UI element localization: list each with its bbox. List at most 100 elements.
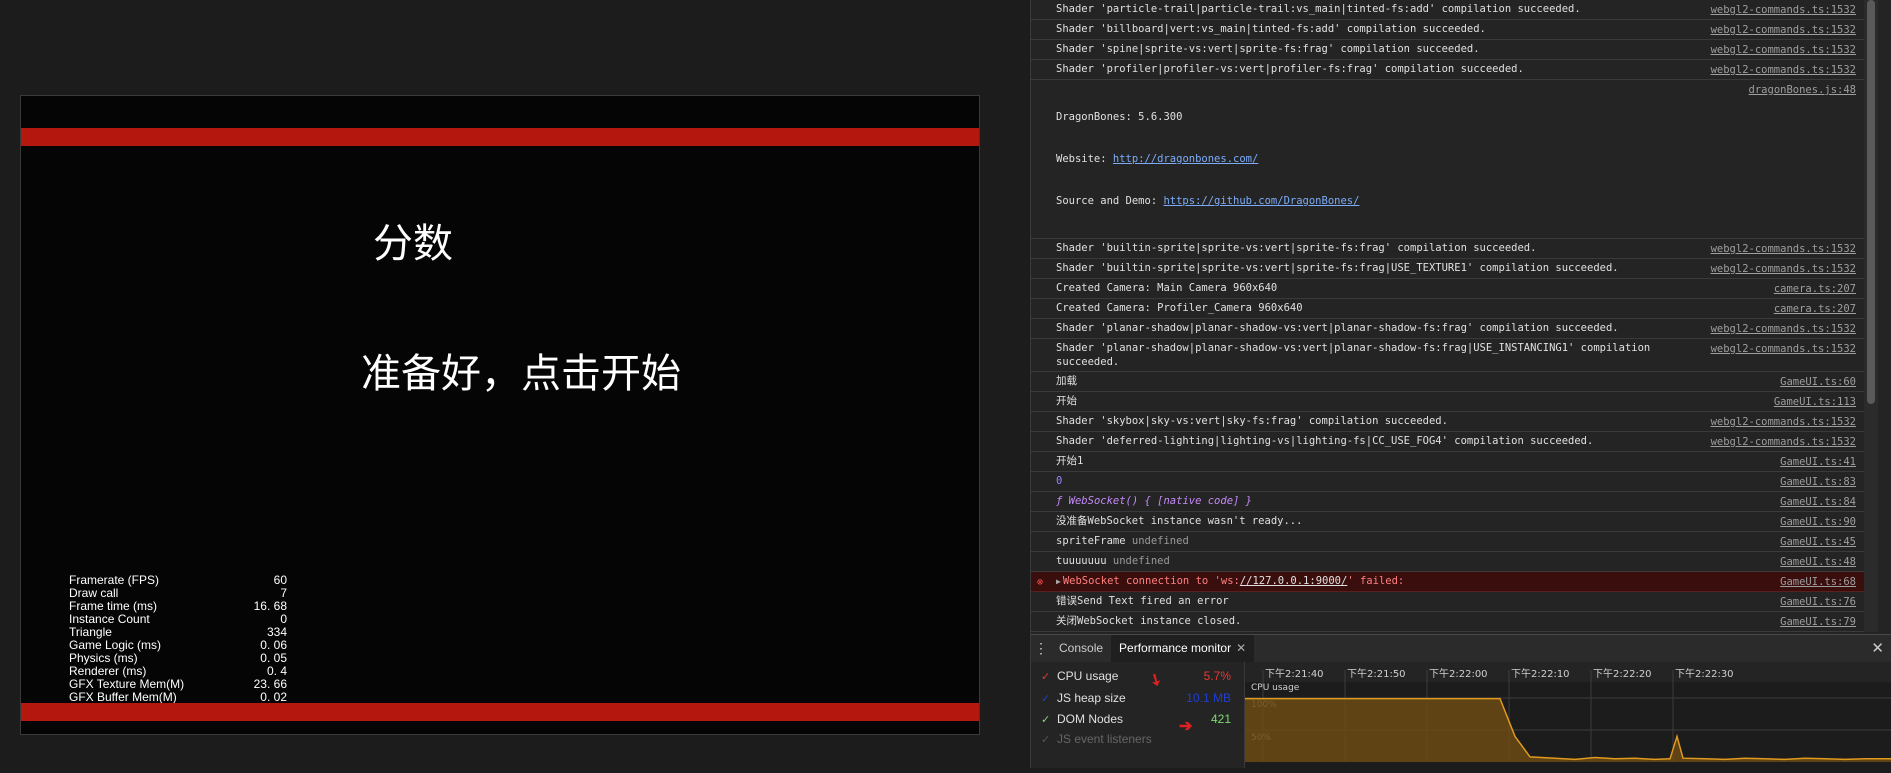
- tab-performance-monitor[interactable]: Performance monitor ✕: [1111, 635, 1255, 662]
- metric-value: 421: [1210, 712, 1231, 726]
- time-label: 下午2:22:00: [1429, 667, 1488, 680]
- log-message: spriteFrame: [1056, 535, 1126, 547]
- log-source-link[interactable]: webgl2-commands.ts:1532: [1711, 262, 1856, 276]
- devtools-panel: Shader 'particle-trail|particle-trail:vs…: [1030, 0, 1891, 768]
- log-row-function: ƒ WebSocket() { [native code] } GameUI.t…: [1031, 492, 1878, 512]
- log-row: Shader 'particle-trail|particle-trail:vs…: [1031, 0, 1878, 20]
- undefined-value: undefined: [1131, 535, 1189, 547]
- metric-toggle[interactable]: ✓ JS event listeners: [1041, 732, 1231, 746]
- performance-monitor: ✓ CPU usage 5.7% ✓ JS heap size 10.1 MB ✓ DOM N…: [1031, 662, 1891, 768]
- source-label: Source and Demo:: [1056, 195, 1164, 207]
- close-tab-icon[interactable]: ✕: [1236, 641, 1246, 655]
- log-message: tuuuuuuu: [1056, 555, 1107, 567]
- cpu-chart[interactable]: 下午2:21:40 下午2:21:50 下午2:22:00 下午2:22:10 下午2:…: [1244, 662, 1891, 768]
- dragonbones-website-link[interactable]: http://dragonbones.com/: [1113, 153, 1258, 165]
- log-message: 错误Send Text fired an error: [1056, 595, 1229, 607]
- expand-triangle-icon[interactable]: ▶: [1056, 577, 1061, 586]
- log-row-send-error: 错误Send Text fired an error GameUI.ts:76: [1031, 592, 1878, 612]
- metric-toggle[interactable]: ✓ DOM Nodes 421: [1041, 712, 1231, 726]
- time-label: 下午2:21:40: [1265, 667, 1324, 680]
- console-log: Shader 'particle-trail|particle-trail:vs…: [1031, 0, 1878, 632]
- drawer-menu-icon[interactable]: ⋮: [1031, 640, 1051, 657]
- undefined-value: undefined: [1112, 555, 1170, 567]
- log-source-link[interactable]: GameUI.ts:48: [1780, 555, 1856, 569]
- log-row-closed: 关闭WebSocket instance closed. GameUI.ts:7…: [1031, 612, 1878, 632]
- log-source-link[interactable]: camera.ts:207: [1774, 282, 1856, 296]
- error-url-link[interactable]: //127.0.0.1:9000/: [1240, 575, 1347, 587]
- checkbox-icon[interactable]: ✓: [1041, 713, 1057, 726]
- score-label: 分数: [373, 221, 453, 267]
- log-source-link[interactable]: webgl2-commands.ts:1532: [1711, 342, 1856, 356]
- log-message[interactable]: WebSocket() { [native code] }: [1069, 495, 1252, 507]
- annotation-arrow: ➔: [1179, 718, 1193, 735]
- log-message: 没准备WebSocket instance wasn't ready...: [1056, 515, 1303, 527]
- metric-toggle[interactable]: ✓ JS heap size 10.1 MB: [1041, 691, 1231, 705]
- log-row-tuuuuuuu: tuuuuuuu undefined GameUI.ts:48: [1031, 552, 1878, 572]
- log-source-link[interactable]: GameUI.ts:45: [1780, 535, 1856, 549]
- log-source-link[interactable]: webgl2-commands.ts:1532: [1711, 3, 1856, 17]
- log-source-link[interactable]: webgl2-commands.ts:1532: [1711, 242, 1856, 256]
- log-row: Shader 'spine|sprite-vs:vert|sprite-fs:f…: [1031, 40, 1878, 60]
- time-label: 下午2:21:50: [1347, 667, 1406, 680]
- error-message-post: ' failed:: [1347, 575, 1405, 587]
- time-label: 下午2:22:10: [1511, 667, 1570, 680]
- metric-value: 5.7%: [1203, 669, 1231, 683]
- profiler-stats: Framerate (FPS) 60 Draw call 7 Frame time (m…: [69, 574, 287, 704]
- time-label: 下午2:22:30: [1675, 667, 1734, 680]
- log-source-link[interactable]: GameUI.ts:83: [1780, 475, 1856, 489]
- checkbox-icon[interactable]: ✓: [1041, 670, 1057, 683]
- metric-label: JS heap size: [1057, 691, 1126, 705]
- checkbox-icon[interactable]: ✓: [1041, 733, 1057, 746]
- log-source-link[interactable]: webgl2-commands.ts:1532: [1711, 43, 1856, 57]
- chart-title: CPU usage: [1251, 683, 1300, 693]
- log-source-link[interactable]: GameUI.ts:68: [1780, 575, 1856, 589]
- log-source-link[interactable]: webgl2-commands.ts:1532: [1711, 415, 1856, 429]
- log-row: Shader 'builtin-sprite|sprite-vs:vert|sp…: [1031, 239, 1878, 259]
- log-row: Created Camera: Main Camera 960x640 camer…: [1031, 279, 1878, 299]
- scrollbar-thumb[interactable]: [1867, 0, 1875, 404]
- log-message: 关闭WebSocket instance closed.: [1056, 615, 1242, 627]
- log-source-link[interactable]: dragonBones.js:48: [1749, 83, 1856, 97]
- log-row: Created Camera: Profiler_Camera 960x640 c…: [1031, 299, 1878, 319]
- log-source-link[interactable]: GameUI.ts:76: [1780, 595, 1856, 609]
- log-row-dragonbones: DragonBones: 5.6.300 Website: http://dra…: [1031, 80, 1878, 239]
- drawer-tabbar: ⋮ Console Performance monitor ✕ ✕: [1031, 634, 1891, 663]
- log-source-link[interactable]: webgl2-commands.ts:1532: [1711, 322, 1856, 336]
- log-source-link[interactable]: webgl2-commands.ts:1532: [1711, 63, 1856, 77]
- top-red-bar: [21, 128, 979, 146]
- log-source-link[interactable]: GameUI.ts:79: [1780, 615, 1856, 629]
- metrics-list: ✓ CPU usage 5.7% ✓ JS heap size 10.1 MB ✓ DOM N…: [1031, 662, 1240, 768]
- log-message: 开始1: [1056, 455, 1084, 467]
- log-source-link[interactable]: GameUI.ts:41: [1780, 455, 1856, 469]
- checkbox-icon[interactable]: ✓: [1041, 692, 1057, 705]
- cpu-chart-svg: 下午2:21:40 下午2:21:50 下午2:22:00 下午2:22:10 下午2:…: [1245, 662, 1891, 762]
- log-source-link[interactable]: webgl2-commands.ts:1532: [1711, 23, 1856, 37]
- metric-value: 10.1 MB: [1186, 691, 1231, 705]
- error-icon: ⊗: [1037, 577, 1044, 588]
- log-row-spriteframe: spriteFrame undefined GameUI.ts:45: [1031, 532, 1878, 552]
- log-source-link[interactable]: GameUI.ts:113: [1774, 395, 1856, 409]
- log-row: Shader 'profiler|profiler-vs:vert|profil…: [1031, 60, 1878, 80]
- start-prompt[interactable]: 准备好，点击开始: [361, 341, 681, 399]
- function-icon: ƒ: [1056, 495, 1063, 507]
- log-row: Shader 'billboard|vert:vs_main|tinted-fs…: [1031, 20, 1878, 40]
- dragonbones-source-link[interactable]: https://github.com/DragonBones/: [1163, 195, 1359, 207]
- game-canvas[interactable]: 分数 准备好，点击开始 Framerate (FPS) 60 Draw call 7 F…: [20, 95, 980, 735]
- close-drawer-icon[interactable]: ✕: [1871, 639, 1884, 657]
- dragonbones-version: DragonBones: 5.6.300: [1056, 111, 1183, 123]
- log-source-link[interactable]: GameUI.ts:84: [1780, 495, 1856, 509]
- log-source-link[interactable]: GameUI.ts:90: [1780, 515, 1856, 529]
- log-source-link[interactable]: GameUI.ts:60: [1780, 375, 1856, 389]
- time-label: 下午2:22:20: [1593, 667, 1652, 680]
- log-message: Created Camera: Profiler_Camera 960x640: [1056, 302, 1303, 314]
- error-message-pre: WebSocket connection to 'ws:: [1062, 575, 1240, 587]
- log-message: Created Camera: Main Camera 960x640: [1056, 282, 1278, 294]
- log-source-link[interactable]: webgl2-commands.ts:1532: [1711, 435, 1856, 449]
- log-source-link[interactable]: camera.ts:207: [1774, 302, 1856, 316]
- log-row: Shader 'deferred-lighting|lighting-vs|li…: [1031, 432, 1878, 452]
- metric-toggle[interactable]: ✓ CPU usage 5.7%: [1041, 669, 1231, 683]
- metric-label: JS event listeners: [1057, 732, 1152, 746]
- console-scrollbar[interactable]: [1864, 0, 1878, 632]
- tab-label: Performance monitor: [1119, 641, 1232, 655]
- tab-console[interactable]: Console: [1051, 635, 1111, 662]
